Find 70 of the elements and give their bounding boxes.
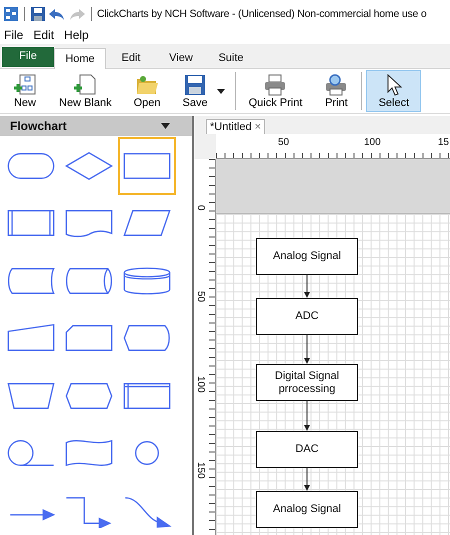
terminator-shape-icon (8, 152, 54, 179)
new-page-icon (73, 74, 98, 96)
toolbar-button[interactable]: Quick Print (240, 70, 312, 112)
close-tab-button[interactable]: × (254, 121, 262, 133)
rectangle-shape-icon (124, 152, 170, 179)
ribbon-tab[interactable]: View (156, 48, 206, 68)
save-icon (183, 74, 208, 96)
ruler-label: 50 (278, 137, 290, 148)
sequential-access-shape-icon (8, 440, 54, 466)
curved-arrow-icon (125, 496, 172, 528)
document-shape-icon (66, 210, 112, 238)
menu-item[interactable]: Edit (33, 28, 54, 44)
toolbar-button[interactable]: Print (315, 70, 358, 112)
panel-header[interactable]: Flowchart (0, 116, 192, 136)
save-icon[interactable] (30, 6, 46, 22)
connector-arrow (304, 400, 310, 431)
trapezoid-shape-icon (8, 382, 54, 409)
panel-title: Flowchart (10, 119, 67, 133)
card-shape-icon (66, 325, 112, 352)
ruler-label: 150 (195, 462, 206, 478)
internal-storage-shape-icon (124, 382, 170, 409)
display-shape-icon (124, 325, 170, 352)
shape-tile[interactable] (118, 137, 176, 194)
connector-arrow (304, 334, 310, 364)
new-chart-icon (13, 74, 37, 96)
dropdown-arrow-icon[interactable] (216, 88, 225, 94)
dropdown-arrow-icon[interactable] (161, 123, 170, 129)
process-node[interactable]: Analog Signal (256, 238, 358, 275)
parallelogram-shape-icon (123, 210, 171, 236)
undo-icon[interactable] (48, 6, 66, 22)
menu-item[interactable]: File (4, 28, 24, 44)
connector-arrow (304, 274, 310, 298)
ribbon-tab[interactable]: File (2, 47, 54, 67)
straight-arrow-icon (10, 508, 56, 520)
toolbar-button[interactable]: New (4, 70, 46, 112)
manual-input-shape-icon (8, 324, 54, 352)
print-preview-icon (324, 74, 348, 96)
document-tab[interactable]: *Untitled × (206, 119, 266, 134)
diamond-shape-icon (65, 152, 113, 180)
elbow-arrow-icon (66, 496, 112, 528)
toolbar-button[interactable]: New Blank (50, 70, 121, 112)
process-node[interactable]: DAC (256, 431, 358, 468)
toolbar-button[interactable]: Save (174, 70, 217, 112)
tape-shape-icon (66, 440, 112, 466)
hexagon-shape-icon (66, 382, 112, 409)
circle-shape-icon (135, 441, 159, 466)
ribbon-tab[interactable]: Suite (206, 48, 256, 68)
ruler-label: 50 (195, 290, 206, 302)
printer-icon (263, 74, 288, 96)
ruler-label: 15 (438, 137, 449, 148)
process-node[interactable]: ADC (256, 298, 358, 335)
cylinder-shape-icon (66, 268, 112, 294)
toolbar-button[interactable]: Open (124, 70, 170, 112)
folder-icon (135, 74, 160, 96)
stored-data-shape-icon (8, 268, 54, 294)
database-shape-icon (124, 267, 170, 294)
connector-arrow (304, 468, 310, 491)
ribbon-tab[interactable]: Home (54, 48, 106, 69)
process-node[interactable]: Digital Signal prrocessing (256, 364, 358, 401)
ribbon-tab[interactable]: Edit (106, 48, 156, 68)
ruler-label: 0 (195, 205, 206, 211)
toolbar-button[interactable]: Select (366, 70, 422, 112)
window-title: ClickCharts by NCH Software - (Unlicensed) Non-commercial home use o (97, 8, 427, 20)
menu-item[interactable]: Help (64, 28, 89, 44)
pointer-icon (384, 74, 403, 96)
process-node[interactable]: Analog Signal (256, 491, 358, 528)
ruler-label: 100 (364, 137, 381, 148)
ruler-label: 100 (195, 376, 206, 393)
app-logo-icon[interactable] (3, 6, 19, 22)
predefined-process-icon (8, 210, 54, 236)
